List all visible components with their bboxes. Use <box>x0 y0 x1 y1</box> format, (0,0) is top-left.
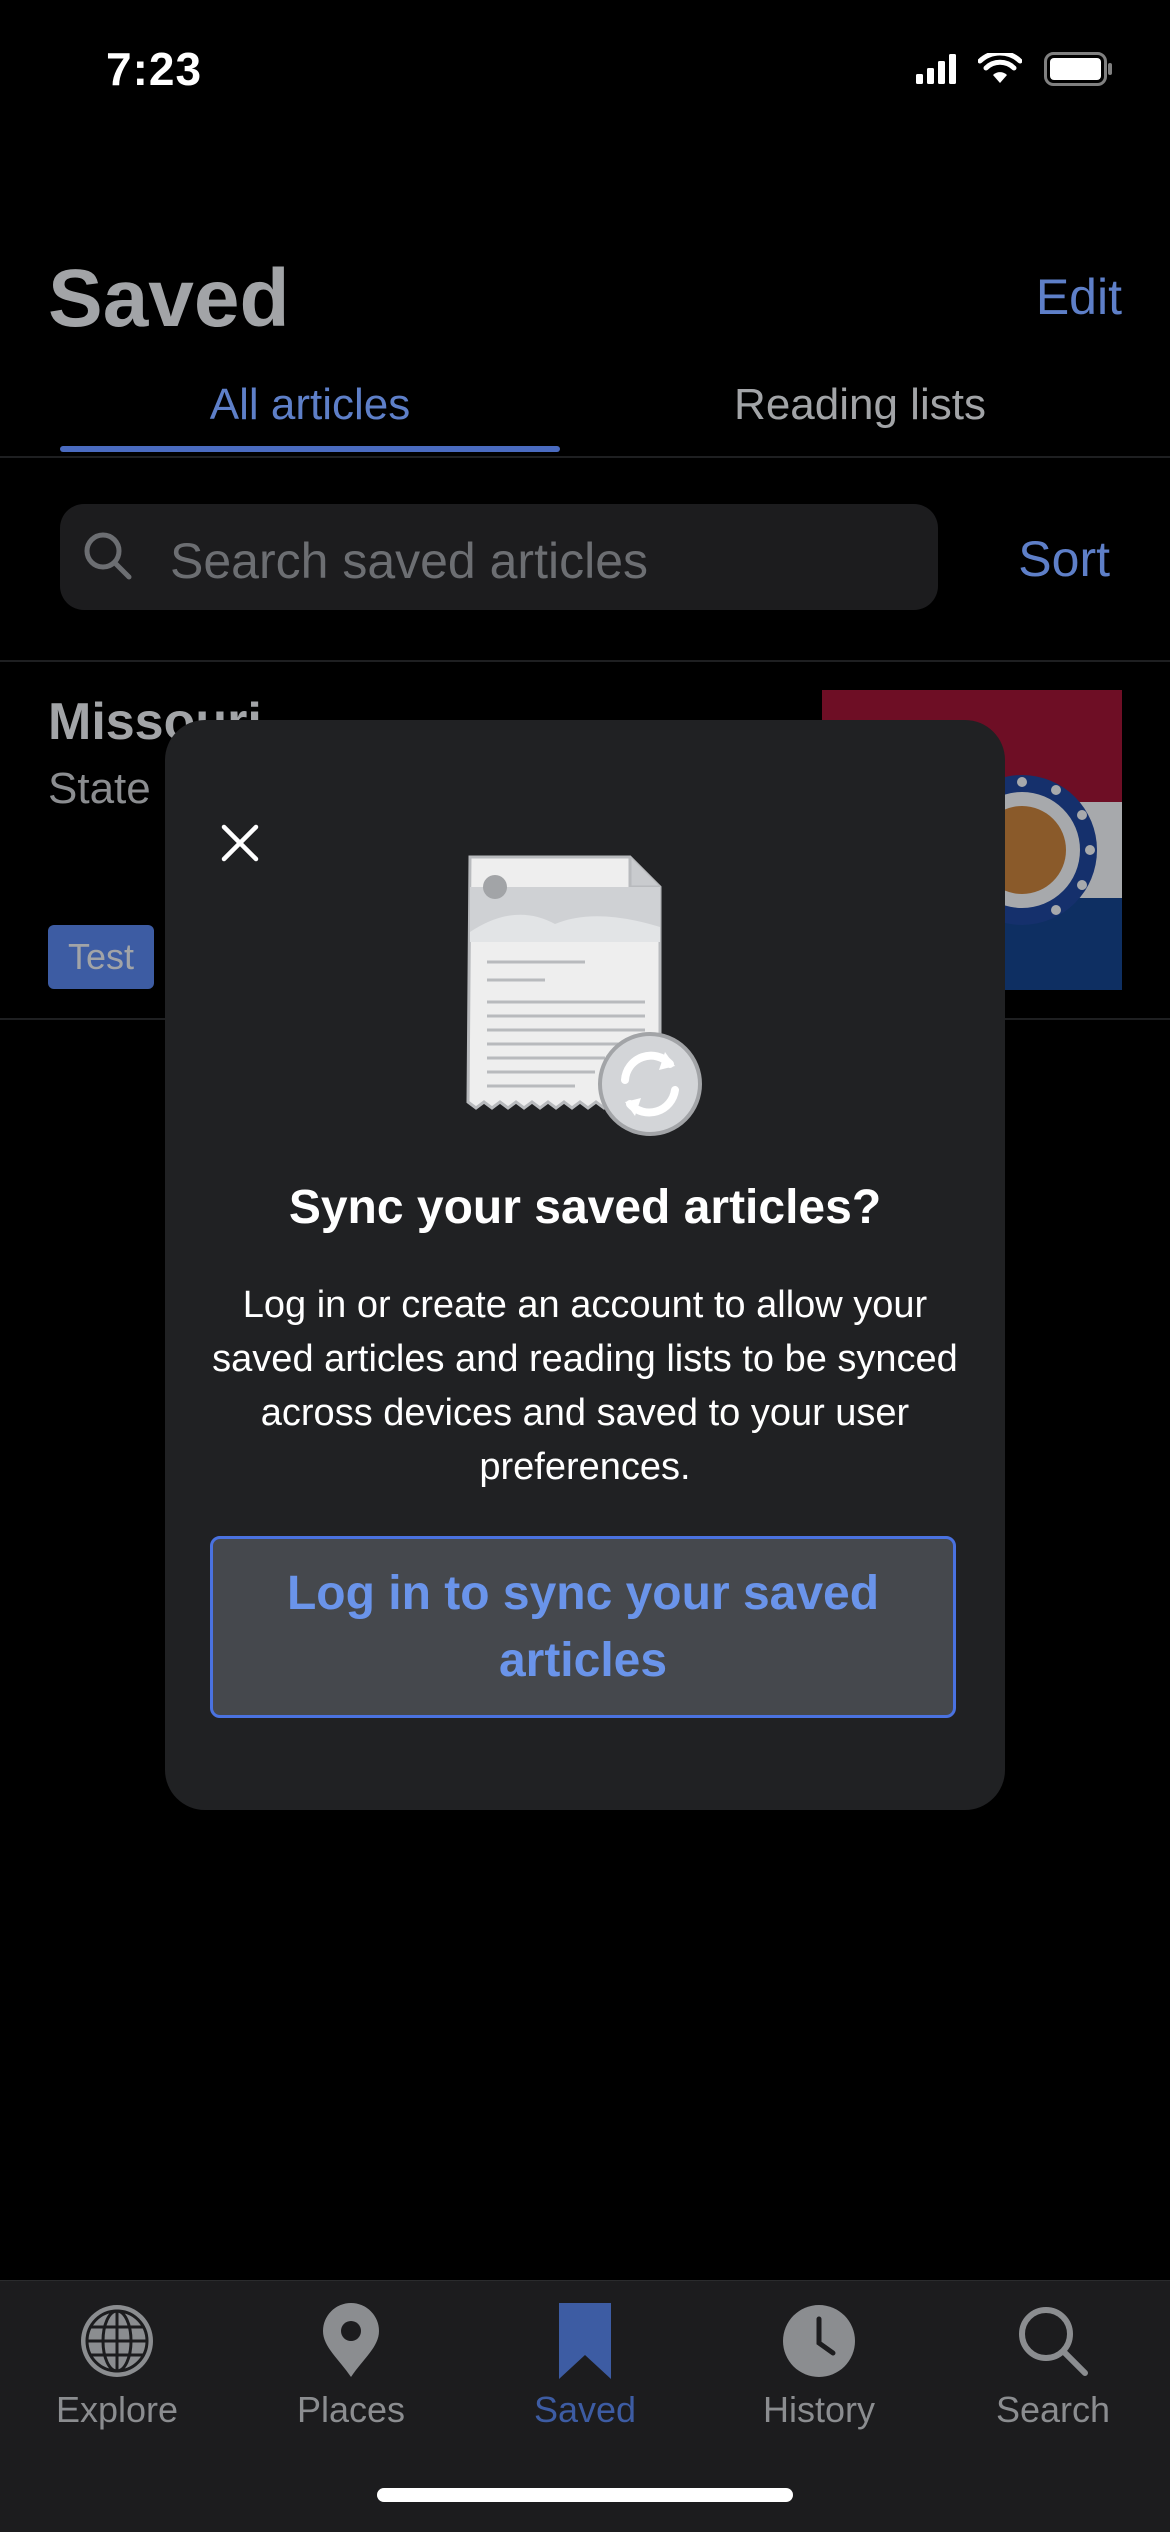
search-icon <box>1019 2307 1088 2376</box>
status-time: 7:23 <box>106 43 203 95</box>
tab-explore[interactable]: Explore <box>0 2301 234 2431</box>
tab-label: History <box>762 2389 875 2430</box>
modal-title: Sync your saved articles? <box>288 1181 882 1234</box>
tab-label: Saved <box>533 2389 637 2430</box>
tab-all-articles[interactable]: All articles <box>60 380 560 430</box>
page-title: Saved <box>48 253 290 344</box>
search-placeholder: Search saved articles <box>170 533 649 589</box>
saved-screen: 7:23 Saved Edit All articles Reading lis… <box>0 0 1170 2532</box>
cellular-signal-icon <box>916 54 956 84</box>
reading-list-tag[interactable]: Test <box>48 925 155 989</box>
bookmark-icon <box>559 2303 611 2379</box>
login-button-label: Log in to sync your saved articles <box>286 1567 880 1687</box>
document-sync-icon <box>466 855 702 1136</box>
modal-body-text: Log in or create an account to allow you… <box>212 1284 958 1488</box>
wifi-icon <box>978 53 1022 83</box>
map-pin-icon <box>323 2303 379 2377</box>
tab-label: Places <box>296 2389 406 2430</box>
tab-label: Search <box>995 2389 1111 2430</box>
tab-active-indicator <box>60 446 560 452</box>
tab-label: Explore <box>55 2389 179 2430</box>
divider <box>0 660 1170 662</box>
home-indicator[interactable] <box>377 2488 793 2502</box>
globe-icon <box>81 2305 153 2377</box>
article-description: State <box>48 764 151 813</box>
search-icon <box>84 532 132 580</box>
tab-search[interactable]: Search <box>936 2301 1170 2431</box>
sync-modal: Sync your saved articles? Log in or crea… <box>165 720 1005 1810</box>
login-to-sync-button[interactable]: Log in to sync your saved articles <box>210 1536 956 1718</box>
battery-icon <box>1044 52 1112 86</box>
tab-saved[interactable]: Saved <box>468 2301 702 2431</box>
segment-tabs: All articles Reading lists <box>0 372 1170 458</box>
edit-button[interactable]: Edit <box>1036 268 1122 326</box>
sort-button[interactable]: Sort <box>1018 530 1110 588</box>
close-button[interactable] <box>205 808 275 878</box>
clock-icon <box>783 2305 855 2377</box>
close-icon <box>221 824 259 862</box>
search-input[interactable]: Search saved articles <box>60 504 938 610</box>
tab-history[interactable]: History <box>702 2301 936 2431</box>
status-icons <box>916 52 1114 86</box>
tab-reading-lists[interactable]: Reading lists <box>610 380 1110 430</box>
tab-places[interactable]: Places <box>234 2301 468 2431</box>
